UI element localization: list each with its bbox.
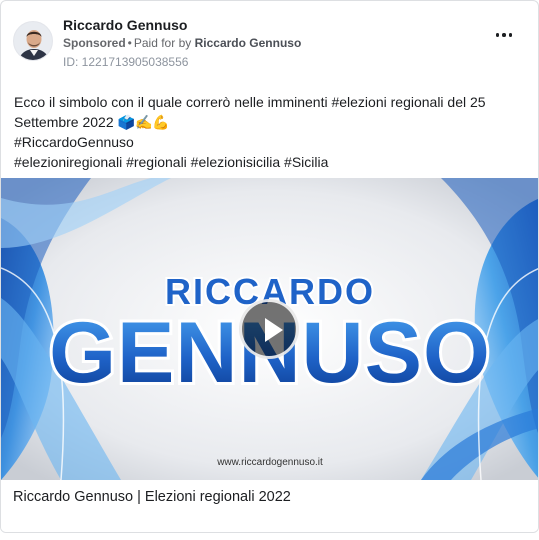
paid-for-name[interactable]: Riccardo Gennuso: [195, 36, 302, 50]
ad-card: Riccardo Gennuso Sponsored • Paid for by R…: [0, 0, 539, 533]
website-url: www.riccardogennuso.it: [216, 457, 323, 468]
sponsored-label: Sponsored: [63, 36, 126, 50]
separator-dot: •: [127, 36, 132, 50]
avatar-image: [14, 22, 52, 60]
play-button[interactable]: [239, 299, 299, 359]
ad-video[interactable]: RICCARDO GENNUSO www.riccardogennuso.it: [1, 178, 538, 480]
more-options-button[interactable]: [492, 27, 516, 43]
body-line-hashtags[interactable]: #elezioniregionali #regionali #elezionis…: [14, 152, 524, 172]
sponsored-meta: Sponsored • Paid for by Riccardo Gennuso: [63, 36, 301, 50]
more-horizontal-icon: [495, 33, 500, 37]
link-footer[interactable]: Riccardo Gennuso | Elezioni regionali 20…: [1, 480, 538, 532]
body-line-hashtag[interactable]: #RiccardoGennuso: [14, 132, 524, 152]
paid-for-prefix: Paid for by: [133, 36, 192, 50]
avatar[interactable]: [13, 21, 53, 61]
body-line: Ecco il simbolo con il quale correrò nel…: [14, 94, 486, 110]
ad-id: ID: 1221713905038556: [63, 55, 189, 69]
body-line: Settembre 2022 🗳️✍️💪: [14, 114, 170, 130]
ad-header: Riccardo Gennuso Sponsored • Paid for by R…: [13, 15, 526, 75]
ad-body-text: Ecco il simbolo con il quale correrò nel…: [14, 92, 524, 172]
play-icon: [265, 318, 283, 342]
advertiser-name[interactable]: Riccardo Gennuso: [63, 17, 187, 33]
link-title[interactable]: Riccardo Gennuso | Elezioni regionali 20…: [13, 489, 291, 505]
